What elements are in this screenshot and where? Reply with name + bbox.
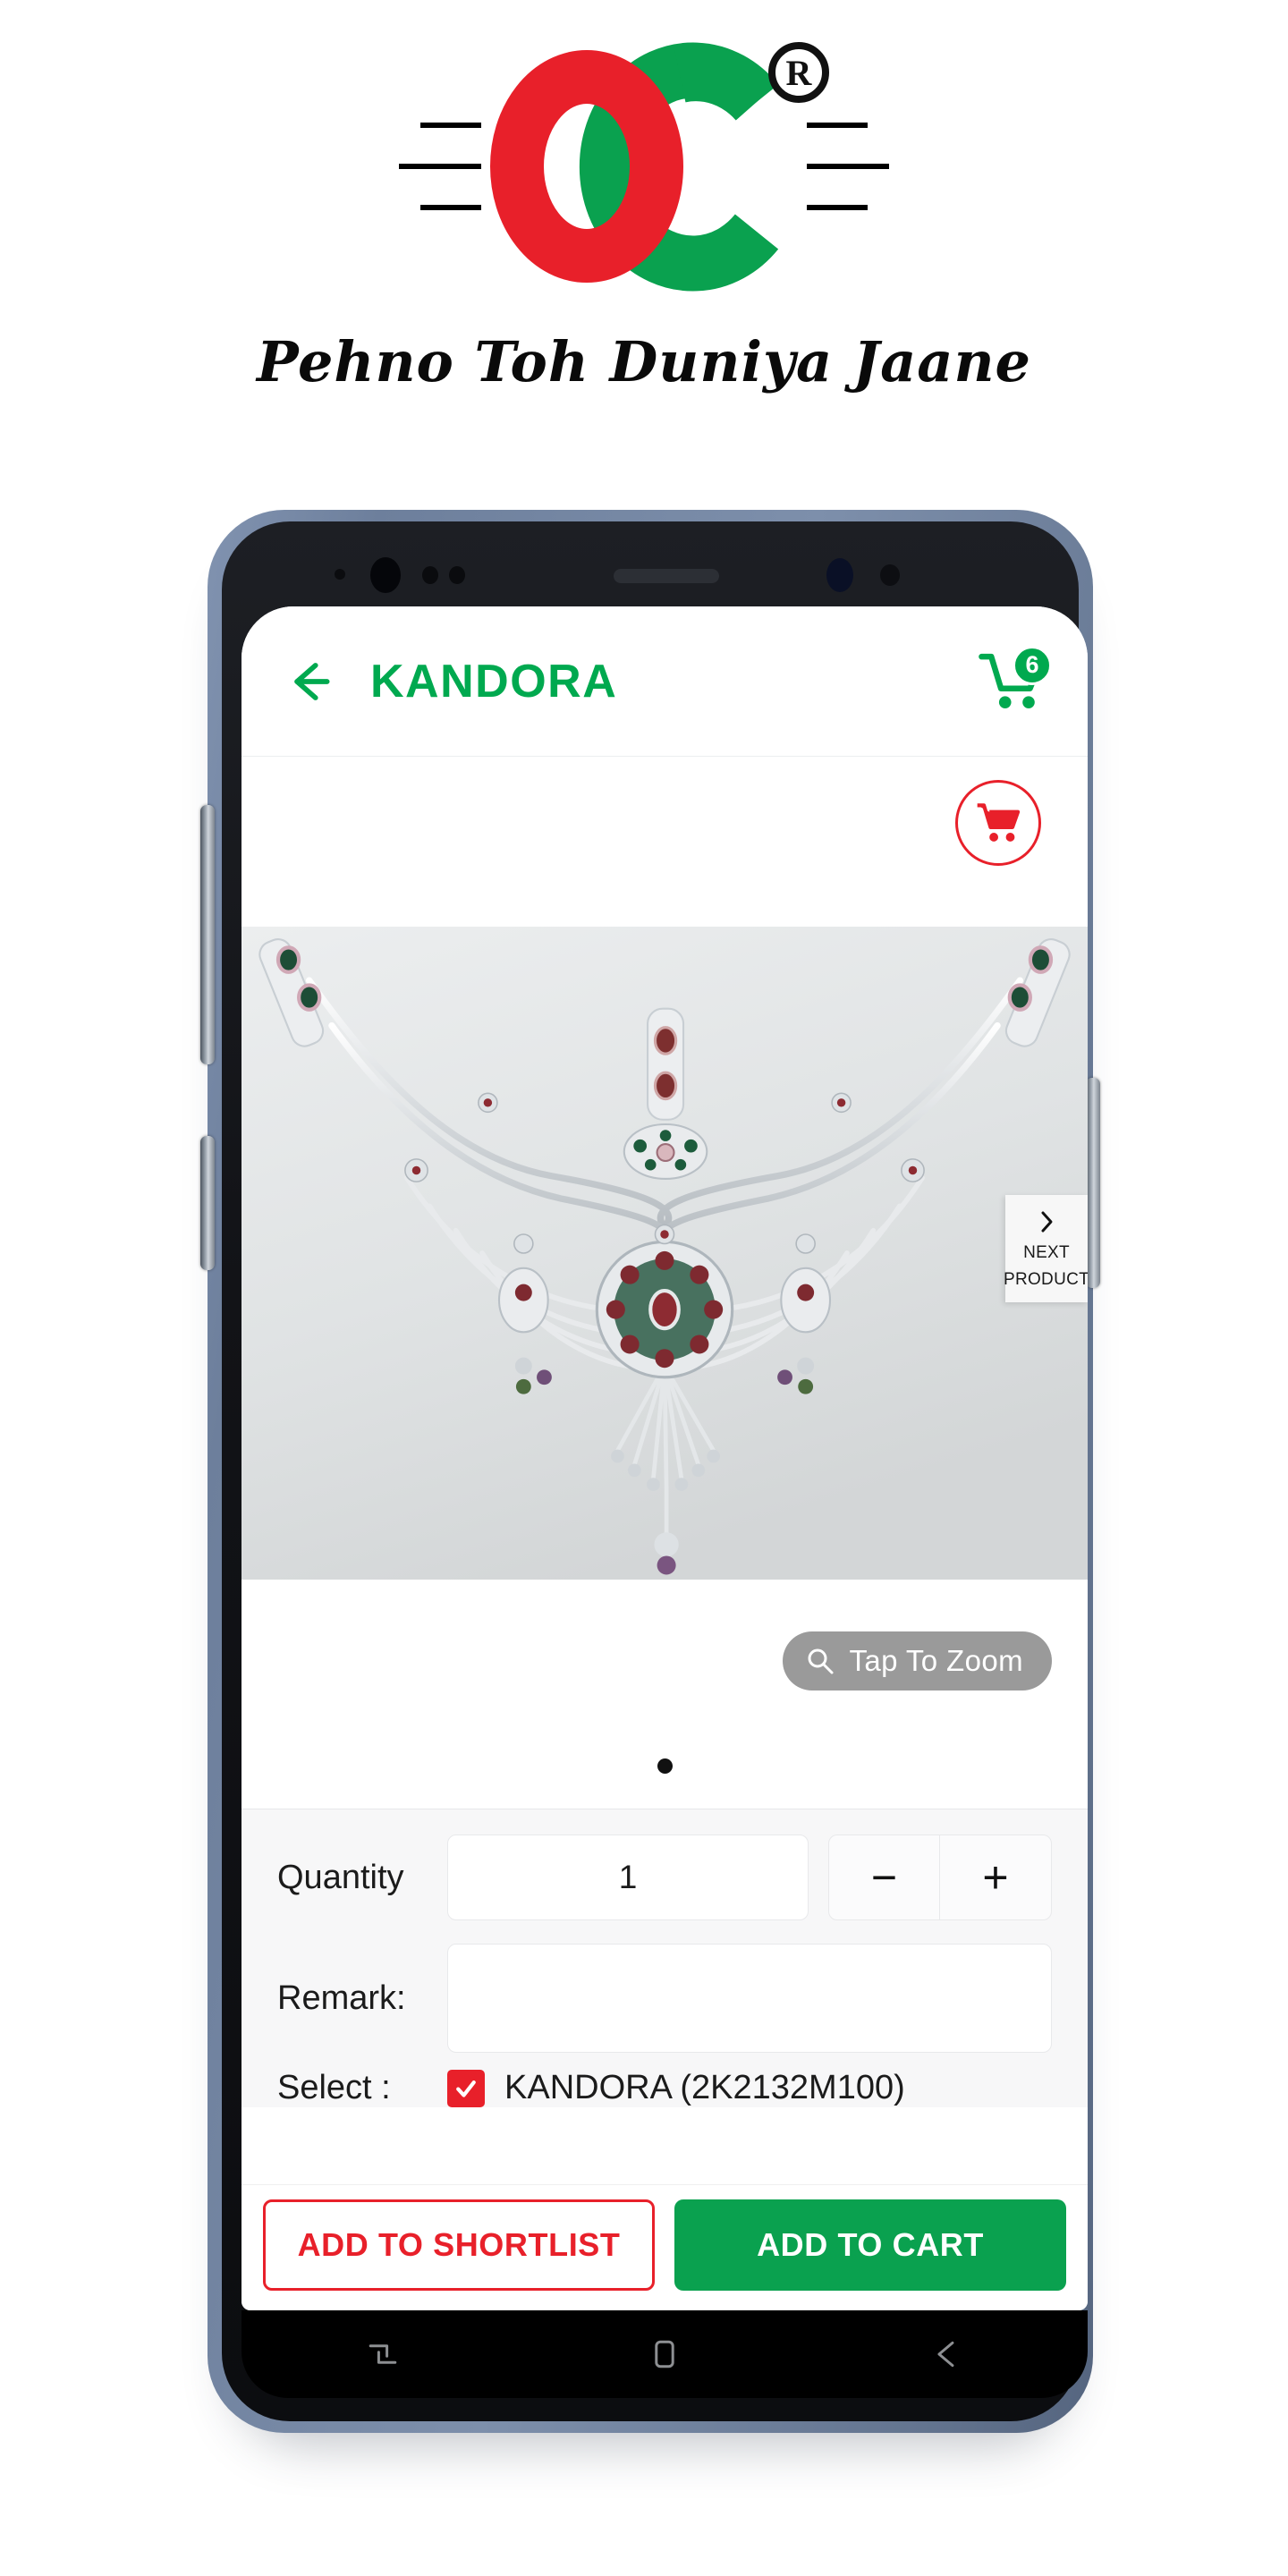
phone-body: KANDORA 6 NEXT PRODUCT Tap To Zoom Quant… [200,510,1100,2433]
secondary-toolbar [242,757,1088,927]
recents-icon[interactable] [362,2334,403,2375]
home-icon[interactable] [644,2334,685,2375]
oc-logo-icon: R [399,42,889,292]
next-product-button[interactable]: NEXT PRODUCT [1003,1195,1088,1302]
sensor-dot [880,564,900,586]
next-product-label-line2: PRODUCT [1003,1270,1088,1289]
brand-tagline: Pehno Toh Duniya Jaane [257,329,1031,394]
next-product-label-line1: NEXT [1023,1242,1070,1262]
android-nav-bar [242,2310,1088,2398]
product-image[interactable]: NEXT PRODUCT [242,927,1088,1580]
quantity-stepper: − + [828,1835,1052,1920]
cart-badge: 6 [1013,645,1052,685]
add-to-cart-button[interactable]: ADD TO CART [674,2199,1066,2291]
select-label: Select : [277,2069,391,2106]
shopping-cart-icon [977,803,1021,842]
page-root: R Pehno Toh Duniya Jaane KANDORA 6 NEXT … [0,0,1288,2576]
app-bar: KANDORA 6 [242,606,1088,757]
assistant-button[interactable] [200,1136,215,1270]
sensor-dot [422,566,438,584]
sensor-dot [335,569,345,580]
svg-text:R: R [786,53,813,93]
action-bar: ADD TO SHORTLIST ADD TO CART [242,2184,1088,2310]
tap-to-zoom-button[interactable]: Tap To Zoom [783,1631,1052,1690]
product-options-form: Quantity 1 − + Remark: Select: KANDORA … [242,1809,1088,2107]
brand-logo: R [367,32,921,301]
back-icon[interactable] [926,2334,967,2375]
phone-bezel: KANDORA 6 NEXT PRODUCT Tap To Zoom Quant… [222,521,1088,2421]
remark-row: Remark: [277,1944,1052,2053]
quantity-label: Quantity [277,1858,404,1896]
product-variant-checkbox[interactable] [447,2069,485,2107]
page-dot-active[interactable] [657,1758,673,1774]
select-row: Select : KANDORA (2K2132M100) [277,2069,1052,2107]
jewelry-illustration [242,927,1088,1580]
earpiece-speaker [614,569,719,583]
app-screen: KANDORA 6 NEXT PRODUCT Tap To Zoom Quant… [242,606,1088,2310]
cart-header-button[interactable]: 6 [979,645,1052,712]
quantity-row: Quantity 1 − + [277,1835,1052,1920]
front-camera [826,558,853,592]
proximity-sensor [370,557,401,593]
remark-label: Remark: [277,1979,406,2017]
quantity-increment-button[interactable]: + [940,1835,1051,1919]
chevron-right-icon [1036,1208,1057,1235]
tap-to-zoom-label: Tap To Zoom [849,1644,1023,1677]
page-title: KANDORA [370,655,618,708]
quantity-input[interactable]: 1 [447,1835,809,1920]
power-button[interactable] [1086,1078,1100,1288]
phone-sensor-strip [236,533,1093,610]
product-variant-label: KANDORA (2K2132M100) [504,2069,905,2106]
remark-input[interactable] [447,1944,1052,2053]
sensor-dot [449,566,465,584]
quantity-decrement-button[interactable]: − [829,1835,940,1919]
add-to-shortlist-button[interactable]: ADD TO SHORTLIST [263,2199,656,2291]
gallery-page-indicator [242,1758,1088,1809]
phone-mockup: KANDORA 6 NEXT PRODUCT Tap To Zoom Quant… [200,510,1100,2433]
arrow-left-icon[interactable] [281,654,336,709]
gallery-footer: Tap To Zoom [242,1580,1088,1758]
product-gallery: NEXT PRODUCT Tap To Zoom [242,927,1088,1809]
check-icon [456,2080,476,2097]
brand-header: R Pehno Toh Duniya Jaane [0,0,1288,501]
volume-button[interactable] [200,805,215,1064]
search-icon [806,1647,835,1675]
cart-circle-button[interactable] [955,780,1041,866]
